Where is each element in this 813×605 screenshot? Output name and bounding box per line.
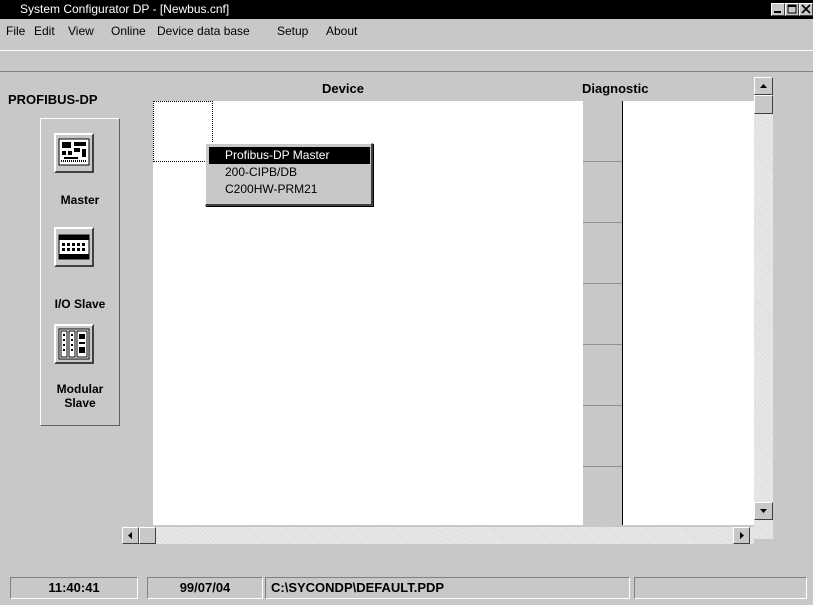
- window-title: System Configurator DP - [Newbus.cnf]: [20, 2, 230, 16]
- status-extra-panel: [634, 577, 807, 599]
- arrow-left-icon: [128, 532, 132, 539]
- menu-setup[interactable]: Setup: [277, 24, 308, 38]
- toolbar: [0, 50, 813, 72]
- status-time: 11:40:41: [10, 577, 138, 599]
- maximize-icon: [787, 4, 797, 14]
- device-popup-menu: Profibus-DP Master 200-CIPB/DB C200HW-PR…: [205, 143, 373, 206]
- diagnostic-row-strip: [583, 101, 622, 525]
- menu-bar: File Edit View Online Device data base S…: [0, 19, 813, 41]
- diagnostic-row-divider: [583, 283, 622, 284]
- diagnostic-row-divider: [583, 222, 622, 223]
- menu-edit[interactable]: Edit: [34, 24, 55, 38]
- modular-slave-label-line1: Modular: [56, 382, 104, 396]
- scroll-left-button[interactable]: [122, 527, 139, 544]
- io-slave-icon: [58, 234, 90, 260]
- io-slave-tool-button[interactable]: [54, 227, 94, 267]
- popup-item-c200hw-prm21[interactable]: C200HW-PRM21: [209, 181, 370, 198]
- status-date: 99/07/04: [147, 577, 263, 599]
- palette-title: PROFIBUS-DP: [8, 92, 98, 107]
- io-slave-label: I/O Slave: [54, 297, 106, 311]
- popup-item-profibus-dp-master[interactable]: Profibus-DP Master: [209, 147, 370, 164]
- vertical-scrollbar[interactable]: [754, 77, 773, 539]
- menu-online[interactable]: Online: [111, 24, 146, 38]
- master-tool-button[interactable]: [54, 133, 94, 173]
- diagnostic-row-divider: [583, 466, 622, 467]
- scroll-down-button[interactable]: [754, 502, 773, 520]
- diagnostic-row-divider: [583, 405, 622, 406]
- minimize-icon: [774, 11, 781, 13]
- scroll-up-button[interactable]: [754, 77, 773, 95]
- modular-slave-tool-button[interactable]: [54, 324, 94, 364]
- vertical-scroll-thumb[interactable]: [754, 95, 773, 114]
- device-panel-header: Device: [322, 81, 364, 96]
- master-label: Master: [60, 193, 100, 207]
- status-file-path: C:\SYCONDP\DEFAULT.PDP: [265, 577, 630, 599]
- maximize-button[interactable]: [785, 3, 799, 16]
- horizontal-scrollbar[interactable]: [122, 527, 754, 544]
- close-button[interactable]: [799, 3, 813, 16]
- scroll-right-button[interactable]: [733, 527, 750, 544]
- diagnostic-panel-header: Diagnostic: [582, 81, 649, 96]
- horizontal-scroll-thumb[interactable]: [139, 527, 156, 544]
- diagnostic-area[interactable]: [622, 101, 754, 525]
- menu-view[interactable]: View: [68, 24, 94, 38]
- minimize-button[interactable]: [771, 3, 785, 16]
- menu-device-data-base[interactable]: Device data base: [157, 24, 250, 38]
- insertion-marker[interactable]: [153, 101, 213, 162]
- device-palette: Master I/O Slave Modular Slave: [40, 118, 120, 426]
- arrow-right-icon: [740, 532, 744, 539]
- diagnostic-row-divider: [583, 344, 622, 345]
- menu-about[interactable]: About: [326, 24, 357, 38]
- arrow-up-icon: [760, 84, 767, 88]
- master-icon: [58, 138, 90, 166]
- diagnostic-row-divider: [583, 161, 622, 162]
- close-icon: [801, 4, 811, 14]
- title-bar[interactable]: System Configurator DP - [Newbus.cnf]: [0, 0, 813, 19]
- menu-file[interactable]: File: [6, 24, 25, 38]
- popup-item-200-cipb-db[interactable]: 200-CIPB/DB: [209, 164, 370, 181]
- arrow-down-icon: [760, 509, 767, 513]
- modular-slave-icon: [58, 328, 90, 360]
- modular-slave-label-line2: Slave: [64, 396, 96, 410]
- application-window: System Configurator DP - [Newbus.cnf] Fi…: [0, 0, 813, 605]
